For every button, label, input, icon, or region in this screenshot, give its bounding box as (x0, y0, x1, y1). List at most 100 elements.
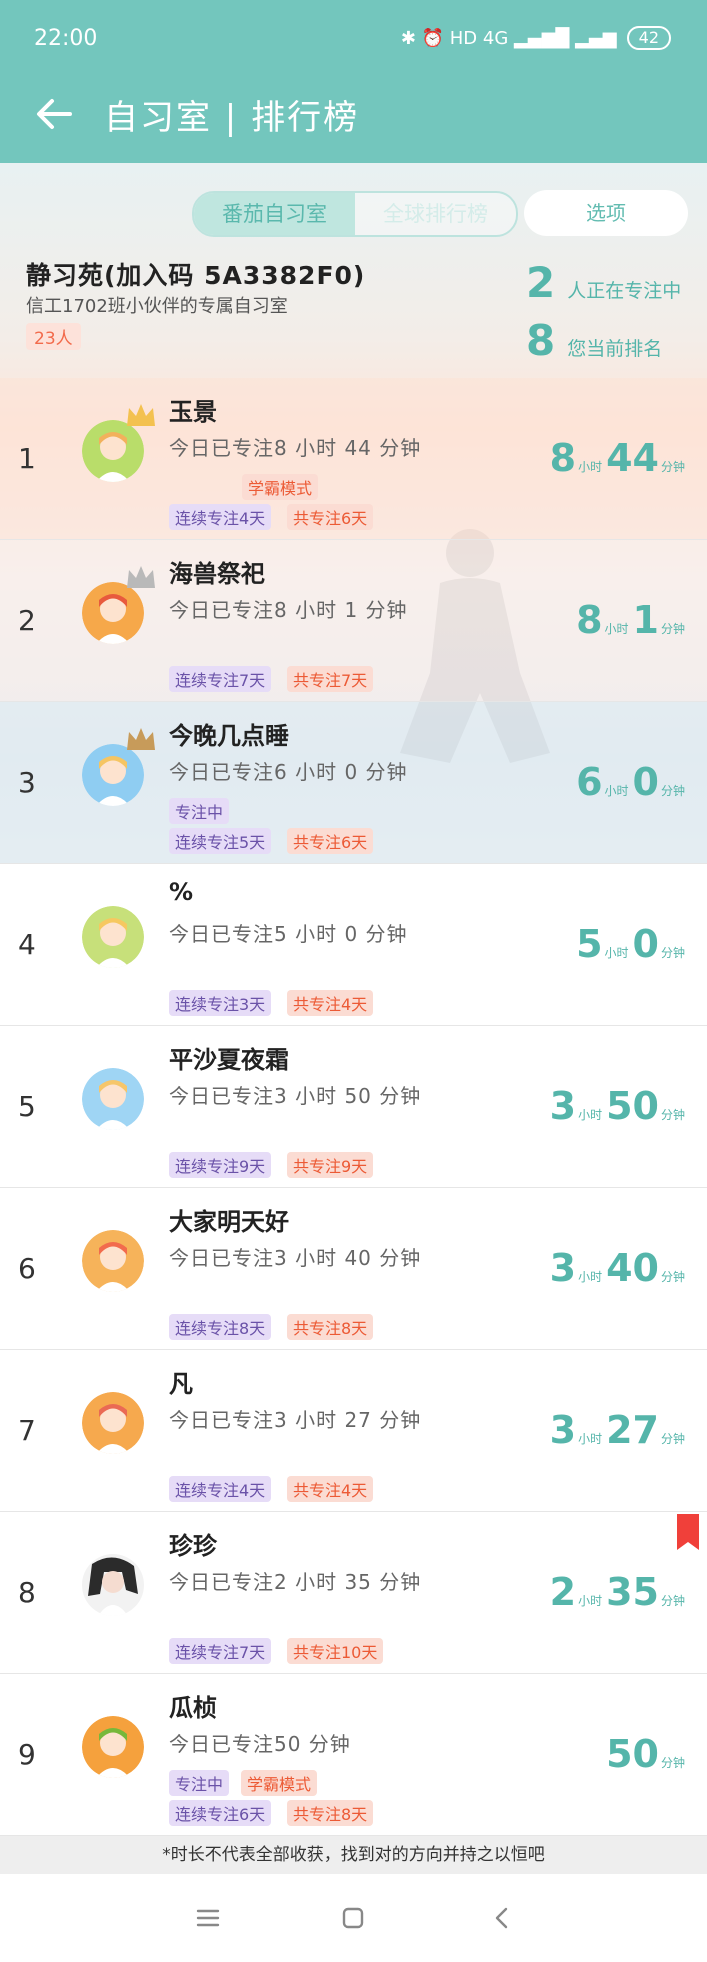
streak-tag: 连续专注4天 (169, 1476, 272, 1502)
minute-unit: 分钟 (660, 1594, 685, 1608)
duration-display: 3 小时 27 分钟 (550, 1408, 689, 1452)
focusing-count: 2 (526, 258, 556, 307)
rank-number: 6 (18, 1252, 36, 1285)
user-name: % (169, 878, 194, 906)
duration-display: 2 小时 35 分钟 (550, 1570, 689, 1614)
user-name: 珍珍 (169, 1532, 217, 1560)
study-mode-tag: 学霸模式 (242, 474, 319, 500)
hour-unit: 小时 (578, 1432, 603, 1446)
duration-minutes: 27 (606, 1408, 659, 1452)
tab-tomato-room[interactable]: 番茄自习室 (194, 193, 355, 235)
focusing-label: 人正在专注中 (567, 280, 682, 302)
duration-hours: 3 (549, 1408, 577, 1452)
silver-crown-icon (124, 562, 158, 592)
hour-unit: 小时 (578, 460, 603, 474)
ranking-row[interactable]: 1 玉景今日已专注8 小时 44 分钟学霸模式连续专注4天 共专注6天 8 小时 44 分钟 (0, 378, 707, 540)
duration-display: 3 小时 40 分钟 (550, 1246, 689, 1290)
menu-icon[interactable] (192, 1902, 224, 1934)
ranking-row[interactable]: 8 珍珍 今日已专注2 小时 35 分钟 连续专注7天 共专注10天 2 小时 35 分钟 (0, 1512, 707, 1674)
rank-number: 5 (18, 1090, 36, 1123)
total-days-tag: 共专注10天 (287, 1638, 384, 1664)
duration-minutes: 50 (606, 1732, 659, 1776)
ranking-row[interactable]: 3 今晚几点睡 今日已专注6 小时 0 分钟 专注中 连续专注5天 共专注6天 6 小时 0 分钟 (0, 702, 707, 864)
duration-minutes: 50 (606, 1084, 659, 1128)
today-duration-text: 今日已专注3 小时 40 分钟 (169, 1246, 422, 1270)
rank-number: 7 (18, 1414, 36, 1447)
member-count-badge: 23人 (26, 323, 81, 350)
streak-tag: 连续专注7天 (169, 1638, 272, 1664)
footer-note: *时长不代表全部收获，找到对的方向并持之以恒吧 (0, 1836, 707, 1874)
user-name: 瓜桢 (169, 1694, 217, 1722)
status-icons: ✱ ⏰ HD 4G ▂▄▆█ ▂▄▆ 42 (401, 26, 671, 50)
streak-tag: 连续专注7天 (169, 666, 272, 692)
ranking-row[interactable]: 9 瓜桢 今日已专注50 分钟 专注中 学霸模式 连续专注6天 共专注8天 50 分钟 (0, 1674, 707, 1836)
today-duration-text: 今日已专注50 分钟 (169, 1732, 351, 1756)
minute-unit: 分钟 (660, 1432, 685, 1446)
today-duration-text: 今日已专注5 小时 0 分钟 (169, 922, 408, 946)
bronze-crown-icon (124, 724, 158, 754)
minute-unit: 分钟 (660, 1756, 685, 1770)
total-days-tag: 共专注6天 (287, 504, 374, 530)
duration-hours: 3 (549, 1246, 577, 1290)
streak-tag: 连续专注4天 (169, 504, 272, 530)
hour-unit: 小时 (604, 946, 629, 960)
duration-display: 8 小时 1 分钟 (576, 598, 689, 642)
avatar[interactable] (82, 1716, 144, 1778)
avatar[interactable] (82, 1068, 144, 1130)
minute-unit: 分钟 (660, 460, 685, 474)
total-days-tag: 共专注9天 (287, 1152, 374, 1178)
home-icon[interactable] (337, 1902, 369, 1934)
study-mode-tag: 学霸模式 (241, 1770, 318, 1796)
ranking-row[interactable]: 7 凡今日已专注3 小时 27 分钟 连续专注4天 共专注4天 3 小时 27 分钟 (0, 1350, 707, 1512)
total-days-tag: 共专注6天 (287, 828, 374, 854)
focusing-stat: 2 人正在专注中 (526, 258, 681, 307)
rank-number: 1 (18, 442, 36, 475)
duration-minutes: 40 (606, 1246, 659, 1290)
user-name: 大家明天好 (169, 1208, 289, 1236)
room-description: 信工1702班小伙伴的专属自习室 (26, 296, 288, 317)
streak-tag: 连续专注9天 (169, 1152, 272, 1178)
ranking-row[interactable]: 5 平沙夏夜霜 今日已专注3 小时 50 分钟 连续专注9天 共专注9天 3 小时 50 分钟 (0, 1026, 707, 1188)
total-days-tag: 共专注8天 (287, 1314, 374, 1340)
status-time: 22:00 (34, 26, 98, 51)
status-icon-group: ✱ ⏰ HD 4G ▂▄▆█ ▂▄▆ (400, 27, 617, 49)
ranking-row[interactable]: 6 大家明天好今日已专注3 小时 40 分钟 连续专注8天 共专注8天 3 小时 40 分钟 (0, 1188, 707, 1350)
ranking-row[interactable]: 2 海兽祭祀 今日已专注8 小时 1 分钟 连续专注7天 共专注7天 8 小时 1 分钟 (0, 540, 707, 702)
today-duration-text: 今日已专注8 小时 1 分钟 (169, 598, 408, 622)
duration-display: 5 小时 0 分钟 (576, 922, 689, 966)
hour-unit: 小时 (578, 1594, 603, 1608)
avatar[interactable] (82, 1392, 144, 1454)
streak-tag: 连续专注8天 (169, 1314, 272, 1340)
minute-unit: 分钟 (660, 1108, 685, 1122)
tab-global-ranking[interactable]: 全球排行榜 (355, 193, 516, 235)
total-days-tag: 共专注7天 (287, 666, 374, 692)
focusing-tag: 专注中 (169, 798, 230, 824)
today-duration-text: 今日已专注3 小时 50 分钟 (169, 1084, 422, 1108)
hour-unit: 小时 (604, 784, 629, 798)
duration-hours: 8 (549, 436, 577, 480)
system-nav-bar (0, 1874, 707, 1962)
back-arrow-icon[interactable] (32, 92, 76, 136)
user-name: 今晚几点睡 (169, 722, 289, 750)
user-name: 玉景 (169, 398, 217, 426)
today-duration-text: 今日已专注3 小时 27 分钟 (169, 1408, 422, 1432)
back-icon[interactable] (486, 1902, 518, 1934)
user-name: 平沙夏夜霜 (169, 1046, 289, 1074)
duration-minutes: 44 (606, 436, 659, 480)
avatar[interactable] (82, 1230, 144, 1292)
ranking-row[interactable]: 4% 今日已专注5 小时 0 分钟 连续专注3天 共专注4天 5 小时 0 分钟 (0, 864, 707, 1026)
avatar[interactable] (82, 1554, 144, 1616)
user-name: 海兽祭祀 (169, 560, 265, 588)
rank-number: 8 (18, 1576, 36, 1609)
avatar[interactable] (82, 906, 144, 968)
app-header: 22:00 ✱ ⏰ HD 4G ▂▄▆█ ▂▄▆ 42 自习室 | 排行榜 (0, 0, 707, 163)
battery-icon: 42 (626, 26, 671, 50)
focusing-tag: 专注中 (169, 1770, 230, 1796)
hour-unit: 小时 (578, 1270, 603, 1284)
minute-unit: 分钟 (660, 622, 685, 636)
rank-number: 3 (18, 766, 36, 799)
today-duration-text: 今日已专注8 小时 44 分钟 (169, 436, 422, 460)
options-button[interactable]: 选项 (524, 190, 688, 236)
duration-hours: 5 (576, 922, 603, 966)
duration-minutes: 35 (606, 1570, 659, 1614)
